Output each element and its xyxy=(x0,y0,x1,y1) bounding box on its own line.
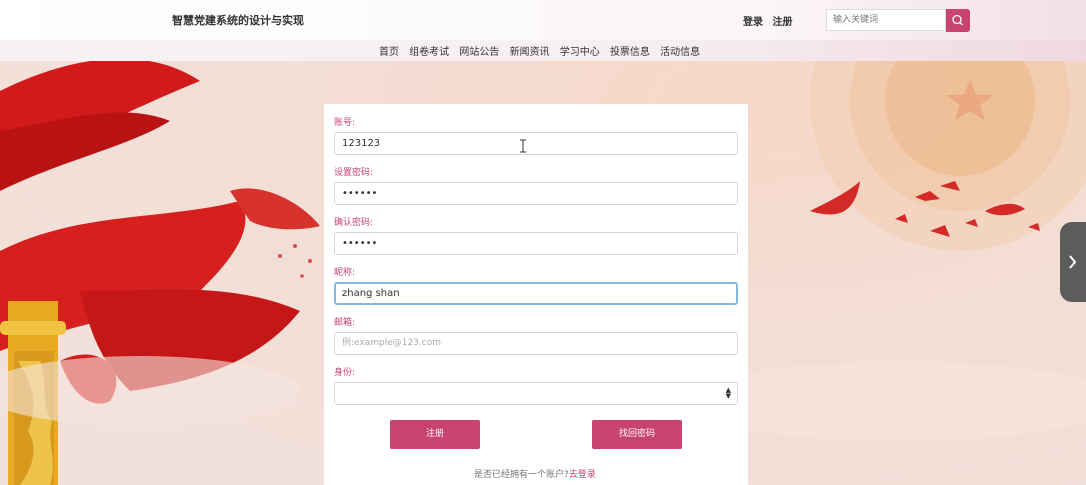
nav-item-announcements[interactable]: 网站公告 xyxy=(459,47,499,58)
side-panel-toggle[interactable] xyxy=(1060,222,1086,302)
nav-item-news[interactable]: 新闻资讯 xyxy=(510,47,550,58)
email-input[interactable]: 例:example@123.com xyxy=(334,332,738,355)
login-link[interactable]: 登录 xyxy=(743,17,763,28)
go-login-link[interactable]: 去登录 xyxy=(569,470,596,480)
top-header: 智慧党建系统的设计与实现 登录 注册 xyxy=(0,0,1086,41)
confirm-password-label: 确认密码: xyxy=(334,218,374,228)
search-input[interactable] xyxy=(826,9,946,31)
nav-item-exam[interactable]: 组卷考试 xyxy=(409,47,449,58)
site-title: 智慧党建系统的设计与实现 xyxy=(172,14,304,27)
identity-label: 身份: xyxy=(334,368,356,378)
nav-item-voting[interactable]: 投票信息 xyxy=(610,47,650,58)
chevron-right-icon xyxy=(1069,255,1077,269)
nickname-label: 昵称: xyxy=(334,268,356,278)
email-label: 邮箱: xyxy=(334,318,356,328)
nav-item-learning[interactable]: 学习中心 xyxy=(560,47,600,58)
nav-item-home[interactable]: 首页 xyxy=(379,47,399,58)
register-link[interactable]: 注册 xyxy=(772,17,792,28)
account-input[interactable]: 123123 xyxy=(334,132,738,155)
nav-list: 首页 组卷考试 网站公告 新闻资讯 学习中心 投票信息 活动信息 xyxy=(379,43,707,58)
search-button[interactable] xyxy=(946,9,970,32)
register-form: 账号: 123123 设置密码: •••••• 确认密码: •••••• 昵称:… xyxy=(324,104,748,485)
password-input[interactable]: •••••• xyxy=(334,182,738,205)
main-nav: 首页 组卷考试 网站公告 新闻资讯 学习中心 投票信息 活动信息 xyxy=(0,40,1086,61)
nickname-input[interactable]: zhang shan xyxy=(334,282,738,305)
login-prompt-text: 是否已经拥有一个账户? xyxy=(474,470,569,480)
register-button[interactable]: 注册 xyxy=(390,420,480,449)
identity-select[interactable]: ▲ ▼ xyxy=(334,382,738,405)
confirm-password-input[interactable]: •••••• xyxy=(334,232,738,255)
account-label: 账号: xyxy=(334,118,356,128)
search-icon xyxy=(952,14,963,26)
password-label: 设置密码: xyxy=(334,168,374,178)
select-arrows-icon: ▲ ▼ xyxy=(725,386,731,400)
auth-links: 登录 注册 xyxy=(743,13,798,28)
text-cursor-icon xyxy=(520,139,526,153)
login-prompt: 是否已经拥有一个账户?去登录 xyxy=(474,467,596,480)
nav-item-activities[interactable]: 活动信息 xyxy=(660,47,700,58)
recover-password-button[interactable]: 找回密码 xyxy=(592,420,682,449)
